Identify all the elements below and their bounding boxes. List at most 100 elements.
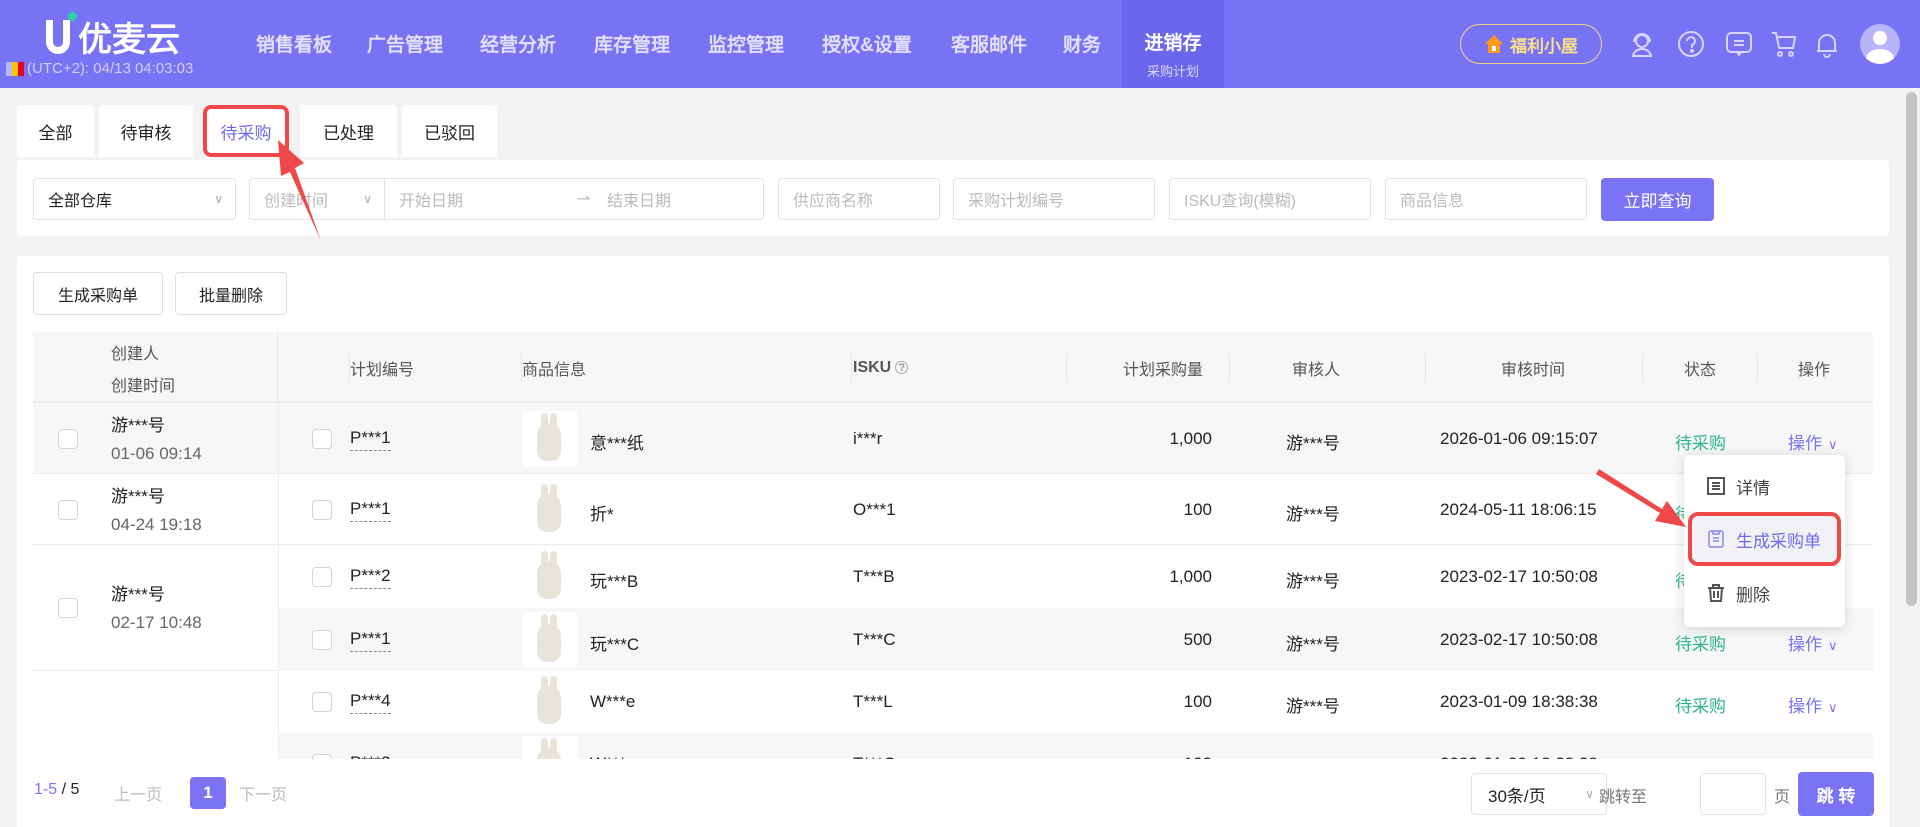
tab-2[interactable]: 待采购 [203,105,289,157]
table-row: P***1 意***纸 i***r 1,000 游***号 2026-01-06 09:1… [279,403,1873,474]
nav-item[interactable]: 客服邮件 [951,30,1027,57]
page-1-button[interactable]: 1 [190,777,226,809]
time-type-select[interactable]: 创建时间 ∨ [249,178,385,220]
table-row-group: P***4 W***e T***L 100 游***号 2023-01-09 18:38:… [33,671,1873,759]
plan-number-input[interactable]: 采购计划编号 [953,178,1155,220]
planned-qty: 100 [1183,499,1212,519]
tab-3[interactable]: 已处理 [300,105,397,157]
actions-dropdown-button[interactable]: 操作 ∨ [1788,630,1838,655]
creator-name: 游***号 [111,585,165,604]
creator-cell: 游***号 01-06 09:14 [111,411,202,464]
table-row-group: 游***号 02-17 10:48 P***2 玩***B T***B 1,000 游***… [33,545,1873,671]
row-checkbox[interactable] [58,598,78,618]
created-time: 01-06 09:14 [111,443,202,463]
menu-item-details[interactable]: 详情 [1692,463,1837,509]
logo[interactable]: 优麦云 [46,11,180,61]
help-icon[interactable] [1677,30,1705,58]
nav-item[interactable]: 经营分析 [480,30,556,57]
created-time: 02-17 10:48 [111,613,202,632]
jump-page-input[interactable] [1700,773,1766,815]
bunny-image [537,412,561,461]
item-checkbox[interactable] [312,629,332,650]
plan-number-link[interactable]: P***1 [350,428,391,451]
bell-icon[interactable] [1813,30,1841,58]
next-page-button[interactable]: 下一页 [239,781,287,805]
timezone-clock: (UTC+2): 04/13 04:03:03 [6,60,193,77]
jump-to-label: 跳转至 [1599,789,1648,806]
product-thumbnail [523,481,577,538]
plan-number-link[interactable]: P***1 [350,499,391,522]
start-date-input[interactable]: 开始日期 [399,187,577,211]
end-date-input[interactable]: 结束日期 [607,187,671,211]
welfare-button[interactable]: 福利小屋 [1460,24,1602,64]
col-actions: 操作 [1798,361,1831,379]
nav-item[interactable]: 库存管理 [594,30,670,57]
reviewer-name: 游***号 [1286,634,1340,654]
bunny-image [537,738,561,759]
table-body: 游***号 01-06 09:14 P***1 意***纸 i***r 1,000 游***… [33,403,1873,759]
query-button[interactable]: 立即查询 [1601,178,1714,221]
scrollbar[interactable] [1906,92,1917,606]
supplier-input[interactable]: 供应商名称 [778,178,940,220]
tab-4[interactable]: 已驳回 [402,105,497,157]
nav-item[interactable]: 财务 [1063,30,1101,57]
item-checkbox[interactable] [312,692,332,712]
help-circle-icon[interactable]: ? [895,361,909,374]
trash-icon [1708,584,1724,602]
actions-dropdown-button[interactable]: 操作 ∨ [1788,429,1838,454]
product-name: 折* [590,504,614,524]
nav-item[interactable]: 销售看板 [256,30,332,57]
nav-item[interactable]: 监控管理 [708,30,784,57]
tab-0[interactable]: 全部 [17,105,94,157]
status-badge: 待采购 [1675,634,1726,654]
product-name: 意***纸 [590,433,644,453]
batch-delete-button[interactable]: 批量删除 [175,272,287,315]
row-checkbox[interactable] [58,499,78,520]
bunny-image [537,613,561,662]
plan-number-link[interactable]: P***4 [350,691,391,714]
nav-item-inventory[interactable]: 进销存 采购计划 [1122,0,1224,88]
reviewer-name: 游***号 [1286,571,1340,591]
menu-item-delete[interactable]: 删除 [1692,570,1837,616]
prev-page-button[interactable]: 上一页 [114,781,162,805]
page-size-select[interactable]: 30条/页 ∨ [1471,773,1607,815]
jump-button[interactable]: 跳 转 [1798,772,1874,816]
document-icon [1707,477,1725,495]
col-status: 状态 [1684,361,1717,379]
generate-order-button[interactable]: 生成采购单 [33,272,163,315]
product-thumbnail [523,736,577,759]
actions-dropdown-button[interactable]: 操作 ∨ [1788,692,1838,717]
isku-value: T***B [853,566,895,586]
col-plan-number: 计划编号 [350,361,415,379]
action-dropdown-menu: 详情 生成采购单 删除 [1684,455,1845,627]
cart-icon[interactable] [1770,30,1798,58]
warehouse-select[interactable]: 全部仓库 ∨ [33,178,236,220]
row-checkbox[interactable] [58,428,78,449]
headset-icon[interactable] [1628,30,1656,58]
product-info-input[interactable]: 商品信息 [1385,178,1587,220]
isku-placeholder: ISKU查询(模糊) [1184,193,1297,210]
creator-name: 游***号 [111,486,165,506]
isku-input[interactable]: ISKU查询(模糊) [1169,178,1371,220]
planned-qty: 1,000 [1169,566,1212,586]
item-checkbox[interactable] [312,428,332,449]
chevron-down-icon: ∨ [214,192,223,206]
nav-item[interactable]: 广告管理 [367,30,443,57]
menu-item-generate-order[interactable]: 生成采购单 [1688,512,1841,566]
item-checkbox[interactable] [312,566,332,587]
nav-item[interactable]: 授权&设置 [822,30,912,57]
col-isku: ISKU? [853,332,909,403]
table-row: P***1 玩***C T***C 500 游***号 2023-02-17 10:50:… [279,608,1873,671]
time-type-value: 创建时间 [264,193,329,210]
page-unit-label: 页 [1774,789,1791,806]
date-range-picker[interactable]: 开始日期 ⇀ 结束日期 [384,178,764,220]
message-icon[interactable] [1725,30,1753,58]
item-checkbox[interactable] [312,499,332,520]
tab-1[interactable]: 待审核 [99,105,193,157]
review-time: 2026-01-06 09:15:07 [1440,428,1598,448]
plan-number-link[interactable]: P***1 [350,629,391,652]
chevron-down-icon: ∨ [363,192,372,206]
plan-number-link[interactable]: P***2 [350,566,391,589]
menu-label: 生成采购单 [1736,531,1821,551]
avatar[interactable] [1860,24,1900,64]
